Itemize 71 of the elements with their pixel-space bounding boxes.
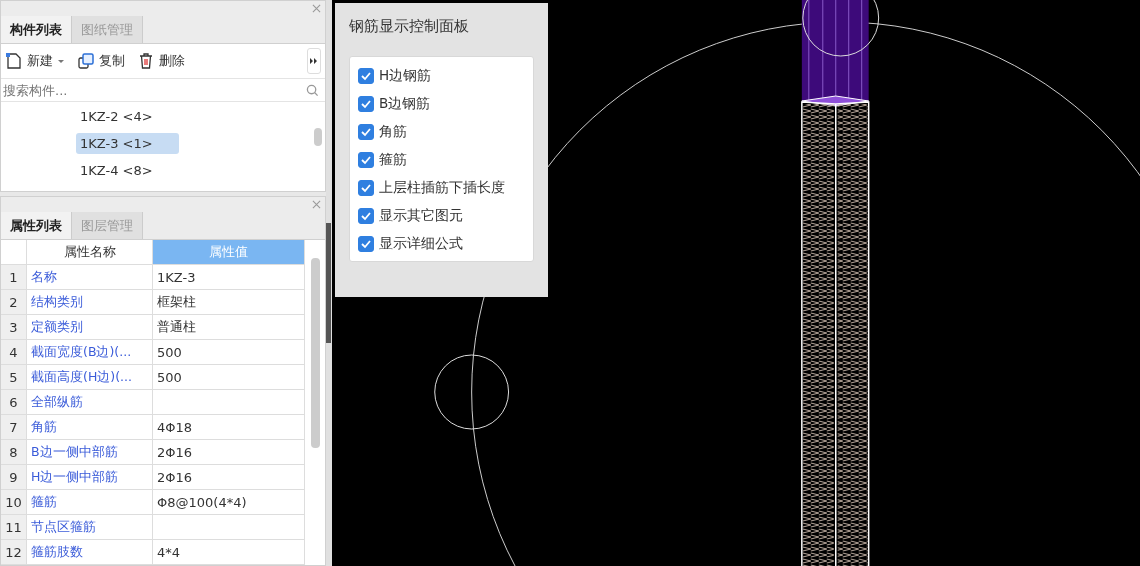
toolbar-button[interactable]: 新建 — [27, 52, 53, 70]
property-name: 节点区箍筋 — [27, 515, 153, 540]
property-name: B边一侧中部筋 — [27, 440, 153, 465]
tab[interactable]: 属性列表 — [1, 212, 72, 239]
more-button[interactable] — [307, 48, 321, 74]
row-number: 3 — [1, 315, 27, 340]
row-number: 7 — [1, 415, 27, 440]
checkbox-option[interactable]: 角筋 — [358, 123, 525, 141]
splitter-handle[interactable] — [326, 223, 331, 343]
property-name: 箍筋 — [27, 490, 153, 515]
property-name: 名称 — [27, 265, 153, 290]
property-name: H边一侧中部筋 — [27, 465, 153, 490]
row-number: 6 — [1, 390, 27, 415]
double-arrow-icon — [310, 57, 318, 65]
row-number: 8 — [1, 440, 27, 465]
search-field[interactable]: 搜索构件... — [3, 82, 306, 98]
property-name: 箍筋肢数 — [27, 540, 153, 565]
property-value[interactable]: Φ8@100(4*4) — [153, 490, 305, 515]
checkbox-option[interactable]: B边钢筋 — [358, 95, 525, 113]
property-value[interactable]: 500 — [153, 340, 305, 365]
caret-icon[interactable] — [57, 57, 65, 65]
property-value[interactable]: 2Φ16 — [153, 440, 305, 465]
checkbox[interactable] — [358, 96, 374, 112]
row-number: 5 — [1, 365, 27, 390]
scrollbar-thumb[interactable] — [314, 128, 322, 146]
property-value[interactable]: 4*4 — [153, 540, 305, 565]
tab[interactable]: 构件列表 — [1, 16, 72, 43]
property-value[interactable]: 2Φ16 — [153, 465, 305, 490]
row-number: 12 — [1, 540, 27, 565]
row-number: 1 — [1, 265, 27, 290]
close-icon[interactable] — [312, 200, 321, 209]
viewport-canvas[interactable]: 钢筋显示控制面板 H边钢筋 B边钢筋 角筋 箍筋 上层柱插筋下插长度 显示其它图元 显示详细公式 — [332, 0, 1140, 566]
checkbox-option[interactable]: 显示其它图元 — [358, 207, 525, 225]
checkbox[interactable] — [358, 152, 374, 168]
checkbox[interactable] — [358, 68, 374, 84]
trash-icon[interactable] — [137, 52, 155, 70]
property-name: 角筋 — [27, 415, 153, 440]
row-number: 10 — [1, 490, 27, 515]
panel-title: 钢筋显示控制面板 — [349, 17, 470, 36]
checkbox-option[interactable]: 显示详细公式 — [358, 235, 525, 253]
property-value[interactable]: 4Φ18 — [153, 415, 305, 440]
copy-icon[interactable] — [77, 52, 95, 70]
list-item[interactable]: 1KZ-4 <8> — [76, 160, 179, 181]
property-name: 结构类别 — [27, 290, 153, 315]
checkbox[interactable] — [358, 208, 374, 224]
checkbox-option[interactable]: H边钢筋 — [358, 67, 525, 85]
new-file-icon[interactable] — [5, 52, 23, 70]
list-item[interactable]: 1KZ-2 <4> — [76, 106, 179, 127]
property-name: 截面宽度(B边)(... — [27, 340, 153, 365]
checkbox-option[interactable]: 箍筋 — [358, 151, 525, 169]
checkbox[interactable] — [358, 236, 374, 252]
row-number: 2 — [1, 290, 27, 315]
row-number: 4 — [1, 340, 27, 365]
scrollbar-thumb[interactable] — [310, 258, 320, 448]
property-value[interactable]: 框架柱 — [153, 290, 305, 315]
search-icon — [306, 83, 319, 97]
toolbar-button[interactable]: 删除 — [159, 52, 185, 70]
close-icon[interactable] — [312, 4, 321, 13]
toolbar-button[interactable]: 复制 — [99, 52, 125, 70]
property-value[interactable]: 500 — [153, 365, 305, 390]
checkbox-option[interactable]: 上层柱插筋下插长度 — [358, 179, 525, 197]
property-name: 定额类别 — [27, 315, 153, 340]
list-item[interactable]: 1KZ-3 <1> — [76, 133, 179, 154]
property-name: 全部纵筋 — [27, 390, 153, 415]
property-name: 截面高度(H边)(... — [27, 365, 153, 390]
property-value[interactable]: 普通柱 — [153, 315, 305, 340]
row-number: 11 — [1, 515, 27, 540]
checkbox[interactable] — [358, 124, 374, 140]
checkbox[interactable] — [358, 180, 374, 196]
row-number: 9 — [1, 465, 27, 490]
property-value[interactable]: 1KZ-3 — [153, 265, 305, 290]
